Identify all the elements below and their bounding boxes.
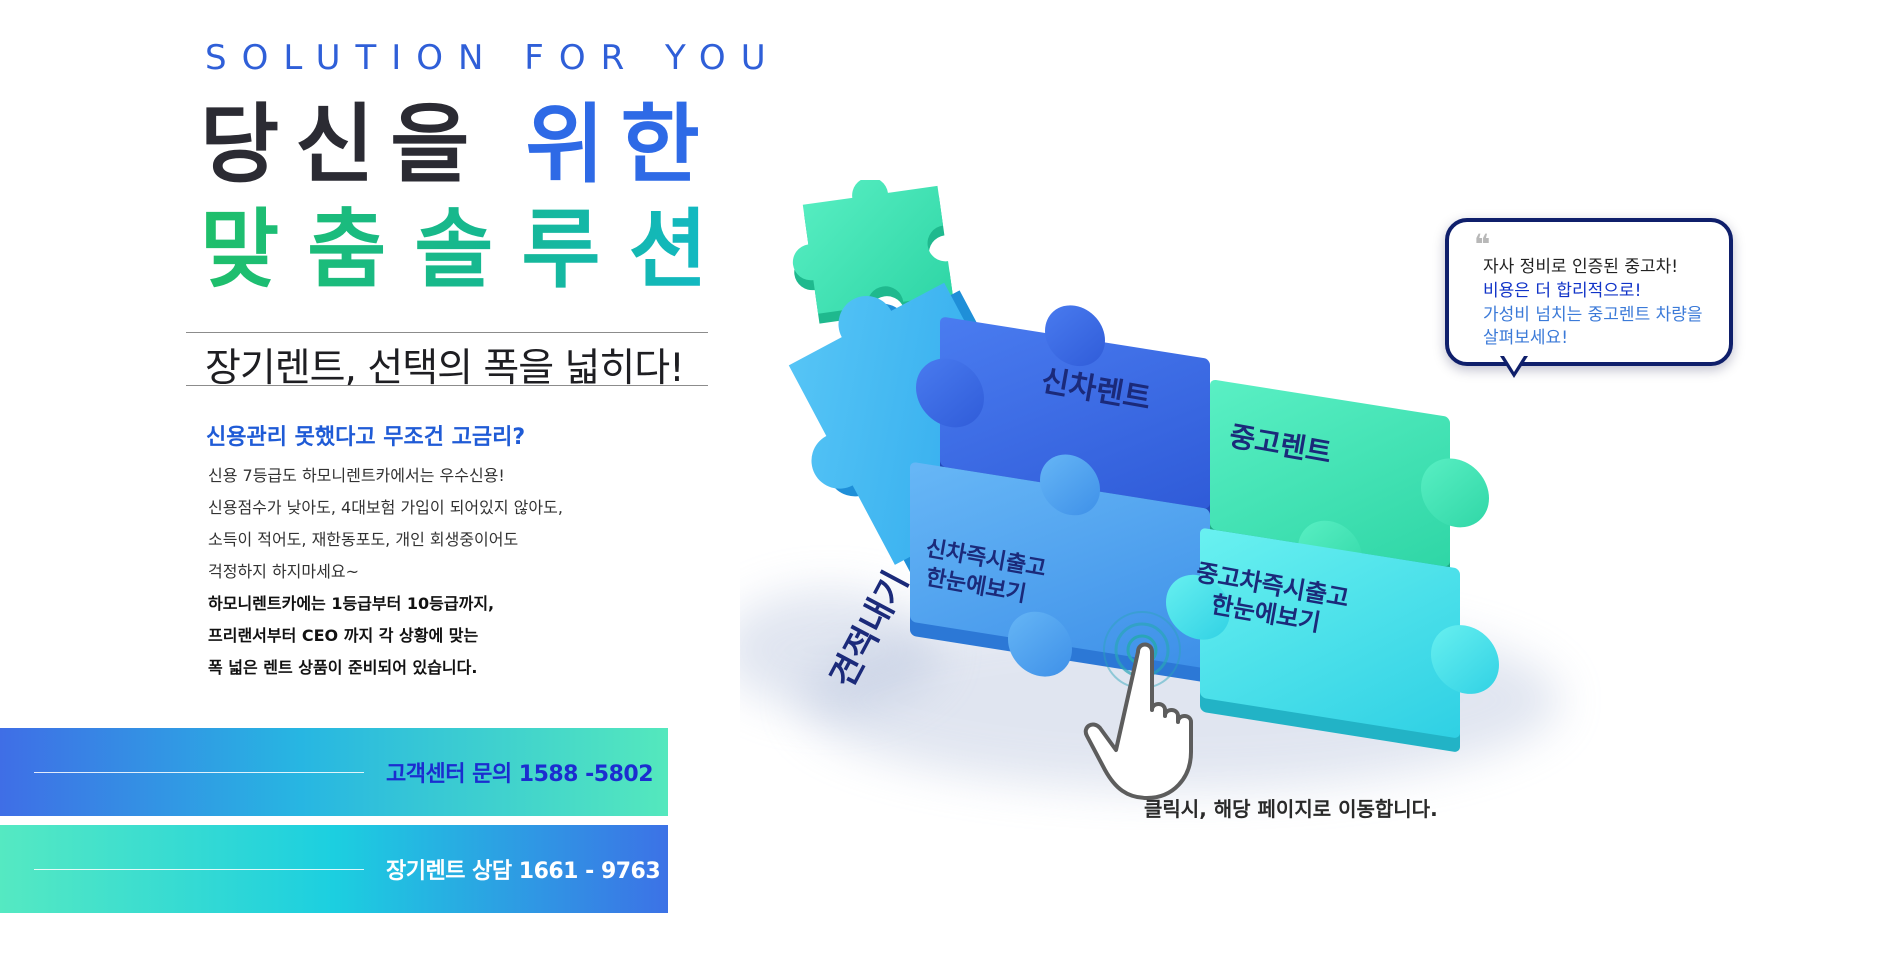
description-bold-line: 하모니렌트카에는 1등급부터 10등급까지, [208,594,495,613]
bubble-line: 자사 정비로 인증된 중고차! [1483,257,1679,277]
customer-center-banner[interactable]: 고객센터 문의 1588 -5802 [0,728,668,816]
new-car-rent-link[interactable] [1130,300,1390,450]
headline-part2: 위한 [525,95,716,195]
banner-divider [34,772,364,773]
description-line: 걱정하지 하지마세요~ [208,562,359,581]
description-block: 신용 7등급도 하모니렌트카에서는 우수신용! 신용점수가 낮아도, 4대보험 … [208,460,728,684]
new-car-immediate-link[interactable] [1060,460,1330,630]
description-line: 신용 7등급도 하모니렌트카에서는 우수신용! [208,466,505,485]
description-line: 신용점수가 낮아도, 4대보험 가입이 되어있지 않아도, [208,498,563,517]
long-term-consult-text: 장기렌트 상담 1661 - 9763 [386,859,661,884]
banner-divider [34,869,364,870]
subtitle-bottom-rule [186,385,708,386]
used-car-rent-link[interactable] [1390,340,1640,490]
description-bold-line: 프리랜서부터 CEO 까지 각 상황에 맞는 [208,626,479,645]
headline-line1: 당신을 위한 [200,95,716,195]
subtitle-top-rule [186,332,708,333]
long-term-consult-banner[interactable]: 장기렌트 상담 1661 - 9763 [0,825,668,913]
estimate-link[interactable] [790,420,1020,720]
bubble-line: 비용은 더 합리적으로! [1483,281,1642,301]
bubble-line: 가성비 넘치는 중고렌트 차량을 [1483,305,1703,325]
headline-line2: 맞춤솔루션 [200,200,736,300]
description-bold-line: 폭 넓은 렌트 상품이 준비되어 있습니다. [208,658,478,677]
eyebrow-text: SOLUTION FOR YOU [205,38,781,78]
customer-center-text: 고객센터 문의 1588 -5802 [386,762,654,787]
headline-part1: 당신을 [200,95,486,195]
used-car-immediate-link[interactable] [1330,480,1610,660]
description-line: 소득이 적어도, 재한동포도, 개인 회생중이어도 [208,530,519,549]
click-caption: 클릭시, 해당 페이지로 이동합니다. [1144,797,1438,821]
credit-question: 신용관리 못했다고 무조건 고금리? [206,425,526,450]
